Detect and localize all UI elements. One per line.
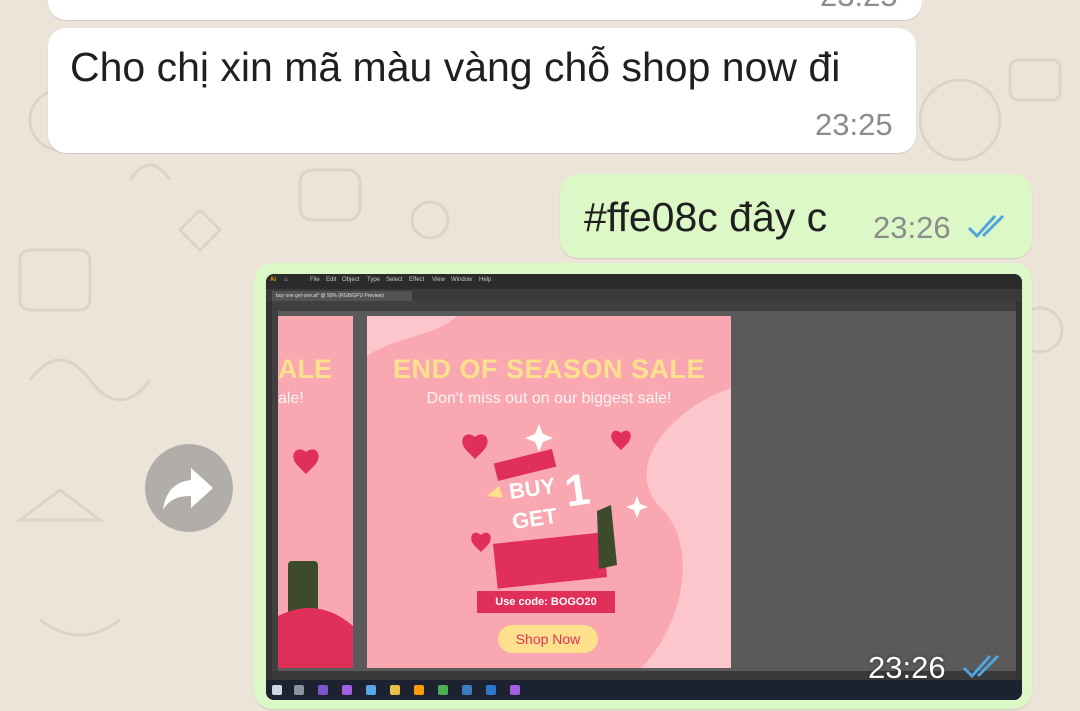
box-icon	[366, 685, 376, 695]
lightroom-icon	[462, 685, 472, 695]
windows-start-icon	[272, 685, 282, 695]
double-check-read-icon	[960, 652, 1008, 685]
menu-edit: Edit	[326, 277, 337, 283]
forward-button[interactable]	[145, 444, 233, 532]
outgoing-message-bubble[interactable]: #ffe08c đây c 23:26	[560, 174, 1032, 258]
message-text: #ffe08c đây c	[584, 194, 828, 240]
double-check-read-icon	[965, 212, 1013, 245]
document-tab: buy one get one.ai* @ 90% (RGB/GPU Previ…	[272, 291, 412, 301]
premiere-icon	[342, 685, 352, 695]
visual-studio-icon	[318, 685, 328, 695]
premiere-pro-icon	[510, 685, 520, 695]
incoming-message-bubble-partial[interactable]: 23:25	[48, 0, 922, 20]
menu-effect: Effect	[409, 277, 425, 283]
photoshop-icon	[486, 685, 496, 695]
image-message-time: 23:26	[868, 650, 946, 685]
menu-window: Window	[451, 277, 473, 283]
chrome-icon	[438, 685, 448, 695]
share-forward-icon	[163, 468, 213, 510]
left-artboard-title: ALE	[278, 354, 332, 384]
incoming-message-bubble[interactable]: Cho chị xin mã màu vàng chỗ shop now đi …	[48, 28, 916, 153]
menu-select: Select	[386, 277, 403, 283]
shop-now-button: Shop Now	[498, 625, 598, 653]
document-tabbar: buy one get one.ai* @ 90% (RGB/GPU Previ…	[266, 289, 1022, 301]
message-time: 23:25	[815, 107, 893, 142]
message-time: 23:25	[820, 0, 898, 14]
artboard-left-partial: ALE ale!	[278, 316, 353, 668]
message-text: Cho chị xin mã màu vàng chỗ shop now đi	[70, 44, 841, 90]
menu-type: Type	[367, 277, 381, 283]
screenshot-image[interactable]: Ai ⌂ File Edit Object Type Select Effect…	[266, 274, 1022, 700]
canvas-area: ALE ale! END OF SEASON SALE Don't miss o…	[278, 311, 1016, 671]
menu-object: Object	[342, 277, 360, 283]
home-icon: ⌂	[284, 277, 288, 283]
sale-title: END OF SEASON SALE	[392, 354, 706, 384]
artboard-main: END OF SEASON SALE Don't miss out on our…	[367, 316, 731, 668]
menu-file: File	[310, 277, 320, 283]
promo-code-box: Use code: BOGO20	[477, 591, 615, 613]
menu-view: View	[432, 277, 445, 283]
ai-logo-icon: Ai	[270, 277, 276, 283]
left-artboard-subtitle: ale!	[278, 390, 304, 407]
task-view-icon	[294, 685, 304, 695]
illustrator-menubar: Ai ⌂ File Edit Object Type Select Effect…	[266, 274, 1022, 289]
sale-subtitle: Don't miss out on our biggest sale!	[426, 390, 672, 407]
menu-help: Help	[479, 277, 492, 283]
illustrator-icon	[414, 685, 424, 695]
folder-icon	[390, 685, 400, 695]
message-time: 23:26	[873, 210, 951, 245]
top-ruler	[272, 301, 1016, 311]
